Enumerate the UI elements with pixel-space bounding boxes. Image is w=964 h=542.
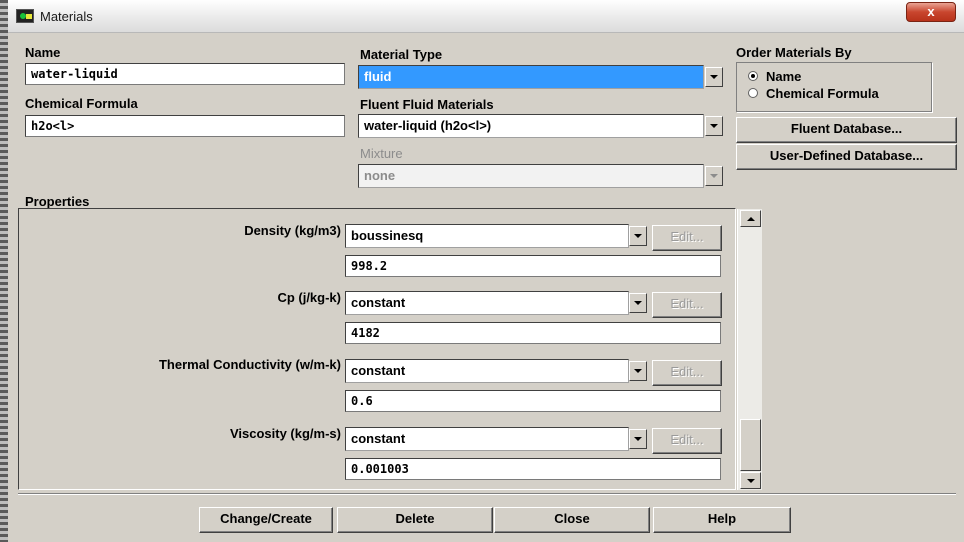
material-type-label: Material Type [360, 47, 443, 62]
thermal-conductivity-label: Thermal Conductivity (w/m-k) [158, 357, 341, 372]
density-value-input[interactable]: 998.2 [345, 255, 721, 277]
help-button[interactable]: Help [653, 507, 791, 533]
order-by-formula-label[interactable]: Chemical Formula [766, 86, 879, 101]
cp-method-select[interactable]: constant [345, 291, 629, 315]
user-defined-database-button[interactable]: User-Defined Database... [736, 144, 957, 170]
chemical-formula-input[interactable]: h2o<l> [25, 115, 345, 137]
chevron-down-icon [634, 369, 642, 373]
density-dropdown-button[interactable] [629, 226, 647, 246]
arrow-up-icon [746, 216, 755, 221]
density-method-select[interactable]: boussinesq [345, 224, 629, 248]
fluent-fluid-materials-label: Fluent Fluid Materials [360, 97, 494, 112]
order-by-name-radio[interactable] [748, 71, 758, 81]
name-input[interactable]: water-liquid [25, 63, 345, 85]
chevron-down-icon [634, 234, 642, 238]
density-edit-button: Edit... [652, 225, 722, 251]
scroll-down-button[interactable] [740, 472, 761, 489]
mixture-dropdown-button [705, 166, 723, 186]
window-title: Materials [40, 9, 93, 24]
viscosity-dropdown-button[interactable] [629, 429, 647, 449]
delete-button[interactable]: Delete [337, 507, 493, 533]
chevron-down-icon [710, 174, 718, 178]
order-by-name-label[interactable]: Name [766, 69, 801, 84]
viscosity-edit-button: Edit... [652, 428, 722, 454]
thermal-conductivity-method-select[interactable]: constant [345, 359, 629, 383]
fluent-fluid-materials-select[interactable]: water-liquid (h2o<l>) [358, 114, 704, 138]
order-by-formula-radio[interactable] [748, 88, 758, 98]
viscosity-label: Viscosity (kg/m-s) [229, 426, 341, 441]
material-type-dropdown-button[interactable] [705, 67, 723, 87]
chemical-formula-label: Chemical Formula [25, 96, 138, 111]
chevron-down-icon [710, 75, 718, 79]
material-type-select[interactable]: fluid [358, 65, 704, 89]
order-by-label: Order Materials By [736, 45, 852, 60]
window-edge [0, 0, 8, 542]
chevron-down-icon [634, 301, 642, 305]
properties-label: Properties [25, 194, 90, 209]
close-icon[interactable]: x [906, 2, 956, 22]
viscosity-value-input[interactable]: 0.001003 [345, 458, 721, 480]
viscosity-method-select[interactable]: constant [345, 427, 629, 451]
thermal-conductivity-edit-button: Edit... [652, 360, 722, 386]
bottom-divider [18, 493, 956, 495]
chevron-down-icon [634, 437, 642, 441]
scroll-up-button[interactable] [740, 210, 761, 227]
close-button[interactable]: Close [494, 507, 650, 533]
mixture-label: Mixture [360, 146, 403, 161]
cp-dropdown-button[interactable] [629, 293, 647, 313]
thermal-conductivity-dropdown-button[interactable] [629, 361, 647, 381]
mixture-select: none [358, 164, 704, 188]
arrow-down-icon [746, 478, 755, 483]
cp-edit-button: Edit... [652, 292, 722, 318]
scrollbar-thumb[interactable] [740, 419, 761, 471]
fluent-database-button[interactable]: Fluent Database... [736, 117, 957, 143]
name-label: Name [25, 45, 61, 60]
chevron-down-icon [710, 124, 718, 128]
fluent-app-icon [16, 9, 34, 23]
fluent-fluid-materials-dropdown-button[interactable] [705, 116, 723, 136]
change-create-button[interactable]: Change/Create [199, 507, 333, 533]
title-bar [8, 0, 964, 33]
density-label: Density (kg/m3) [244, 223, 341, 238]
cp-value-input[interactable]: 4182 [345, 322, 721, 344]
cp-label: Cp (j/kg-k) [277, 290, 341, 305]
thermal-conductivity-value-input[interactable]: 0.6 [345, 390, 721, 412]
